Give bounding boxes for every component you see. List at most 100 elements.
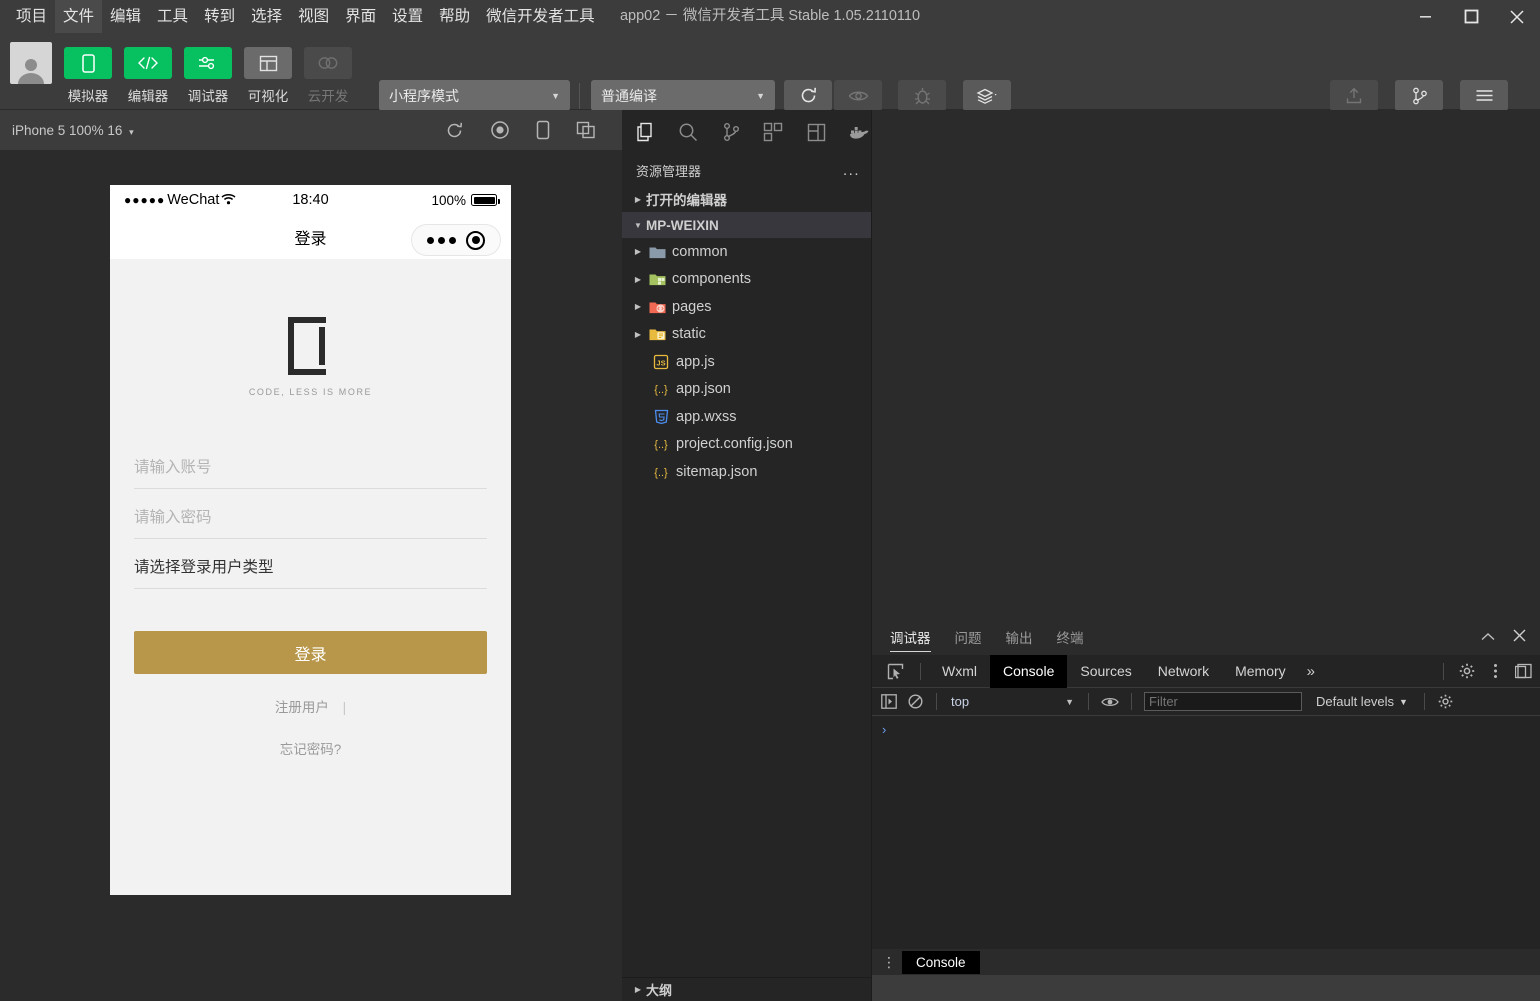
wxml-panel-icon[interactable]: [803, 117, 829, 147]
tree-item-components[interactable]: ▶ components: [622, 266, 872, 294]
account-input[interactable]: 请输入账号: [134, 439, 487, 489]
console-settings-gear-icon[interactable]: [1433, 690, 1459, 714]
tree-item-app-json[interactable]: {..} app.json: [622, 376, 872, 404]
menu-item-edit[interactable]: 编辑: [102, 0, 149, 33]
section-project-root[interactable]: ▼ MP-WEIXIN: [622, 212, 872, 238]
close-icon[interactable]: [1494, 0, 1540, 33]
more-tabs-icon[interactable]: »: [1299, 663, 1323, 680]
device-select[interactable]: iPhone 5 100% 16 ▾: [12, 123, 134, 138]
tab-terminal[interactable]: 终端: [1057, 620, 1084, 655]
js-file-icon: JS: [650, 354, 672, 370]
target-circle-icon[interactable]: [466, 231, 485, 250]
record-icon[interactable]: [490, 120, 510, 140]
chevron-right-icon: ▶: [630, 330, 646, 339]
tree-item-common[interactable]: ▶ common: [622, 238, 872, 266]
kebab-menu-icon[interactable]: [1482, 658, 1508, 684]
maximize-icon[interactable]: [1448, 0, 1494, 33]
dock-icon[interactable]: [1510, 658, 1536, 684]
menu-item-help[interactable]: 帮助: [431, 0, 478, 33]
extensions-icon[interactable]: [760, 117, 786, 147]
console-context-select[interactable]: top ▼: [945, 694, 1080, 709]
avatar[interactable]: [10, 42, 52, 84]
tab-output[interactable]: 输出: [1006, 620, 1033, 655]
devtools-panel-tabs: 调试器 问题 输出 终端: [872, 620, 1540, 655]
outline-section[interactable]: ▶ 大纲: [622, 977, 872, 1001]
toolbar-button-simulator[interactable]: 模拟器: [64, 33, 112, 105]
devtools-panel-controls: [1481, 629, 1540, 647]
capsule-button[interactable]: [411, 224, 501, 256]
menu-item-file[interactable]: 文件: [55, 0, 102, 33]
search-icon[interactable]: [675, 117, 701, 147]
tree-item-project-config[interactable]: {..} project.config.json: [622, 431, 872, 459]
kebab-menu-icon[interactable]: ⋮: [882, 959, 896, 966]
toolbar-label-cloud: 云开发: [308, 85, 349, 105]
devtools-tab-console[interactable]: Console: [990, 655, 1067, 688]
menu-item-settings[interactable]: 设置: [384, 0, 431, 33]
phone-status-bar: ●●●●● WeChat 18:40 100%: [110, 185, 511, 215]
register-link[interactable]: 注册用户: [275, 700, 329, 715]
logo-tagline: CODE, LESS IS MORE: [249, 387, 372, 397]
more-dots-icon[interactable]: [427, 237, 456, 244]
tab-debugger[interactable]: 调试器: [890, 620, 931, 655]
tab-problems[interactable]: 问题: [955, 620, 982, 655]
live-expression-icon[interactable]: [1097, 690, 1123, 714]
toolbar-button-debugger[interactable]: 调试器: [184, 33, 232, 105]
phone-nav-bar: 登录: [110, 215, 511, 259]
forgot-password-link[interactable]: 忘记密码?: [134, 738, 487, 758]
project-mode-select[interactable]: 小程序模式 ▼: [379, 80, 570, 111]
explorer-header: 资源管理器 ...: [622, 154, 872, 186]
toolbar-button-editor[interactable]: 编辑器: [124, 33, 172, 105]
menu-item-view[interactable]: 视图: [290, 0, 337, 33]
explorer-more-icon[interactable]: ...: [843, 162, 860, 179]
console-filter-input[interactable]: [1144, 692, 1302, 711]
console-output[interactable]: ›: [872, 716, 1540, 949]
device-icon[interactable]: [536, 120, 550, 140]
tree-item-app-wxss[interactable]: app.wxss: [622, 403, 872, 431]
console-levels-select[interactable]: Default levels ▼: [1316, 694, 1408, 709]
footer-tab-console[interactable]: Console: [902, 951, 980, 974]
chevron-right-icon: ▶: [630, 985, 646, 994]
chevron-up-icon[interactable]: [1481, 629, 1495, 647]
devtools-tab-memory[interactable]: Memory: [1222, 655, 1299, 688]
menu-item-devtools[interactable]: 微信开发者工具: [478, 0, 603, 33]
clear-console-icon[interactable]: [902, 690, 928, 714]
app-logo: CODE, LESS IS MORE: [134, 259, 487, 397]
login-button[interactable]: 登录: [134, 631, 487, 674]
files-icon[interactable]: [632, 117, 658, 147]
refresh-icon: [784, 80, 832, 111]
tree-item-static[interactable]: ▶ static: [622, 321, 872, 349]
explorer-panel: 资源管理器 ... ▶ 打开的编辑器 ▼ MP-WEIXIN ▶ common …: [622, 110, 872, 1001]
password-input[interactable]: 请输入密码: [134, 489, 487, 539]
menu-item-project[interactable]: 项目: [8, 0, 55, 33]
docker-icon[interactable]: [846, 117, 872, 147]
devtools-tab-wxml[interactable]: Wxml: [929, 655, 990, 688]
compile-mode-select[interactable]: 普通编译 ▼: [591, 80, 775, 111]
gear-icon[interactable]: [1454, 658, 1480, 684]
minimize-icon[interactable]: [1402, 0, 1448, 33]
toolbar-button-visual[interactable]: 可视化: [244, 33, 292, 105]
toolbar-button-cloud[interactable]: 云开发: [304, 33, 352, 105]
rotate-icon[interactable]: [445, 121, 464, 140]
tree-item-app-js[interactable]: JS app.js: [622, 348, 872, 376]
menu-item-select[interactable]: 选择: [243, 0, 290, 33]
inspect-element-icon[interactable]: [878, 658, 912, 684]
status-time: 18:40: [110, 192, 511, 208]
tree-item-label: static: [672, 326, 706, 342]
tree-item-sitemap[interactable]: {..} sitemap.json: [622, 458, 872, 486]
menu-item-interface[interactable]: 界面: [337, 0, 384, 33]
folder-icon: [646, 245, 668, 259]
menu-item-tools[interactable]: 工具: [149, 0, 196, 33]
source-control-icon[interactable]: [718, 117, 744, 147]
tree-item-pages[interactable]: ▶ pages: [622, 293, 872, 321]
close-icon[interactable]: [1513, 629, 1526, 647]
menu-item-goto[interactable]: 转到: [196, 0, 243, 33]
devtools-tab-sources[interactable]: Sources: [1067, 655, 1144, 688]
svg-text:{..}: {..}: [654, 384, 668, 396]
windows-icon[interactable]: [576, 121, 596, 139]
devtools-tab-network[interactable]: Network: [1145, 655, 1222, 688]
console-sidebar-icon[interactable]: [876, 690, 902, 714]
user-type-select[interactable]: 请选择登录用户类型: [134, 539, 487, 589]
link-divider: |: [343, 700, 347, 715]
section-open-editors[interactable]: ▶ 打开的编辑器: [622, 186, 872, 212]
console-prompt[interactable]: ›: [882, 722, 1540, 737]
